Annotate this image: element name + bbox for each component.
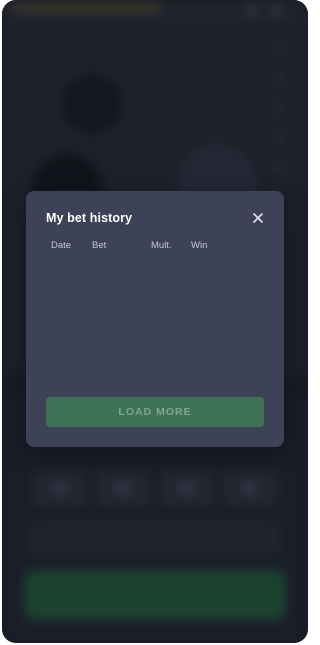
column-header-win: Win (191, 240, 208, 251)
load-more-button[interactable]: LOAD MORE (46, 397, 264, 427)
column-header-bet: Bet (92, 240, 107, 251)
column-header-mult: Mult. (151, 240, 172, 251)
bet-history-modal: My bet history Date Bet Mult. Win LOAD M… (26, 191, 284, 447)
table-header: Date Bet Mult. Win (26, 240, 284, 254)
close-button[interactable] (250, 210, 266, 226)
app-screen: My bet history Date Bet Mult. Win LOAD M… (2, 0, 308, 643)
close-icon (253, 213, 263, 223)
column-header-date: Date (51, 240, 72, 251)
modal-title: My bet history (46, 211, 133, 225)
history-list (46, 259, 264, 389)
